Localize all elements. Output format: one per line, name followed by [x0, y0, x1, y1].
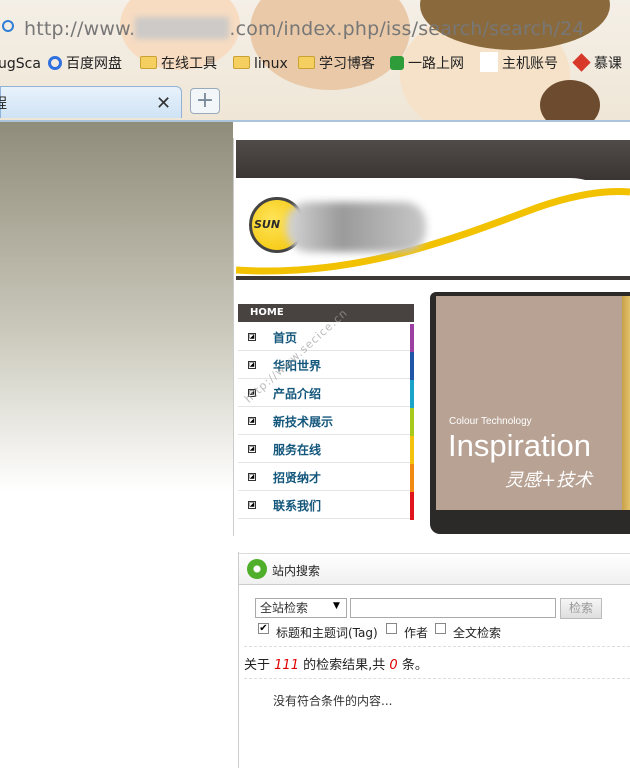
nav-color-strip	[410, 324, 414, 352]
page-info-icon[interactable]	[2, 20, 14, 32]
url-prefix: http://www.	[24, 18, 136, 40]
bookmark-item[interactable]: 百度网盘	[48, 52, 122, 76]
dropdown-arrow-icon[interactable]: ▼	[333, 601, 340, 611]
browser-tab[interactable]: 程	[0, 86, 182, 118]
cartoon-dog-decoration	[540, 80, 600, 122]
bookmark-item[interactable]: linux	[233, 52, 288, 76]
divider	[244, 678, 630, 679]
green-site-icon	[390, 56, 404, 70]
baidu-icon	[48, 56, 62, 70]
nav-item-contact[interactable]: ◪ 联系我们	[238, 492, 410, 519]
banner-title: Inspiration	[448, 428, 592, 463]
banner-image-edge	[622, 296, 630, 510]
result-suffix: 条。	[401, 658, 428, 673]
logo-redacted-block	[286, 202, 426, 252]
divider	[244, 646, 630, 647]
empty-result-message: 没有符合条件的内容...	[273, 694, 393, 708]
folder-icon	[233, 56, 250, 69]
nav-color-strip	[410, 352, 414, 380]
logo-text: SUN	[254, 218, 281, 231]
url-suffix: .com/index.php/iss/search/search/24	[229, 18, 585, 40]
banner-tagline: 灵感+技术	[505, 470, 593, 491]
nav-label: 招贤纳才	[273, 471, 322, 485]
nav-label: 新技术展示	[273, 415, 334, 429]
result-total: 0	[389, 658, 398, 673]
arrow-bullet-icon: ◪	[248, 501, 256, 509]
search-result-summary: 关于 111 的检索结果,共 0 条。	[244, 654, 428, 673]
bookmark-item[interactable]: 学习博客	[298, 52, 375, 76]
bookmark-label: 主机账号	[502, 56, 558, 72]
page-icon	[480, 52, 498, 72]
result-middle: 的检索结果,共	[303, 658, 386, 673]
bookmark-label: 一路上网	[408, 56, 464, 72]
arrow-bullet-icon: ◪	[248, 417, 256, 425]
arrow-bullet-icon: ◪	[248, 333, 256, 341]
url-text[interactable]: http://www. .com/index.php/iss/search/sea…	[24, 17, 585, 40]
nav-item-service[interactable]: ◪ 服务在线	[238, 436, 410, 463]
nav-item-jobs[interactable]: ◪ 招贤纳才	[238, 464, 410, 491]
nav-label: 服务在线	[273, 443, 322, 457]
fulltext-checkbox[interactable]	[435, 623, 446, 634]
folder-icon	[140, 56, 157, 69]
search-panel-title: 站内搜索	[272, 564, 321, 578]
bookmark-label: 在线工具	[161, 56, 217, 72]
bookmark-item[interactable]: 一路上网	[390, 52, 464, 76]
arrow-bullet-icon: ◪	[248, 445, 256, 453]
nav-color-strip	[410, 492, 414, 520]
result-prefix: 关于	[244, 658, 271, 673]
new-tab-button[interactable]: +	[190, 88, 220, 114]
bookmark-item[interactable]: 在线工具	[140, 52, 217, 76]
nav-color-strip	[410, 380, 414, 408]
author-label: 作者	[404, 626, 429, 640]
arrow-bullet-icon: ◪	[248, 361, 256, 369]
title-tag-label: 标题和主题词(Tag)	[276, 626, 378, 640]
folder-icon	[298, 56, 315, 69]
nav-label: 联系我们	[273, 499, 322, 513]
gear-icon	[247, 559, 267, 579]
nav-item-tech[interactable]: ◪ 新技术展示	[238, 408, 410, 435]
tab-title: 程	[0, 93, 7, 113]
bookmark-item[interactable]: 主机账号	[480, 52, 558, 76]
bookmark-label: 百度网盘	[66, 56, 122, 72]
banner-subtitle: Colour Technology	[449, 416, 532, 427]
bookmark-label: ugSca	[0, 56, 41, 72]
nav-label: 首页	[273, 331, 298, 345]
bookmark-item[interactable]: 慕课	[572, 52, 622, 76]
bookmarks-bar: ugSca 百度网盘 在线工具 linux 学习博客 一路上网 主机账号 慕课	[0, 52, 630, 78]
nav-label: 产品介绍	[273, 387, 322, 401]
arrow-bullet-icon: ◪	[248, 473, 256, 481]
bookmark-item[interactable]: ugSca	[0, 52, 41, 76]
site-header-top	[236, 140, 630, 180]
nav-color-strip	[410, 436, 414, 464]
result-count: 111	[274, 658, 299, 673]
fulltext-label: 全文检索	[453, 626, 502, 640]
author-checkbox[interactable]	[386, 623, 397, 634]
left-background	[0, 122, 233, 492]
bookmark-label: 慕课	[594, 56, 622, 72]
url-redacted-block	[135, 17, 230, 39]
nav-color-strip	[410, 464, 414, 492]
search-input[interactable]	[350, 598, 556, 618]
bookmark-label: linux	[254, 56, 288, 72]
red-site-icon	[572, 53, 591, 72]
nav-color-strip	[410, 408, 414, 436]
title-tag-checkbox[interactable]: ✔	[258, 623, 269, 634]
close-icon[interactable]: ✕	[156, 93, 171, 114]
search-button[interactable]: 检索	[560, 598, 602, 619]
bookmark-label: 学习博客	[319, 56, 375, 72]
